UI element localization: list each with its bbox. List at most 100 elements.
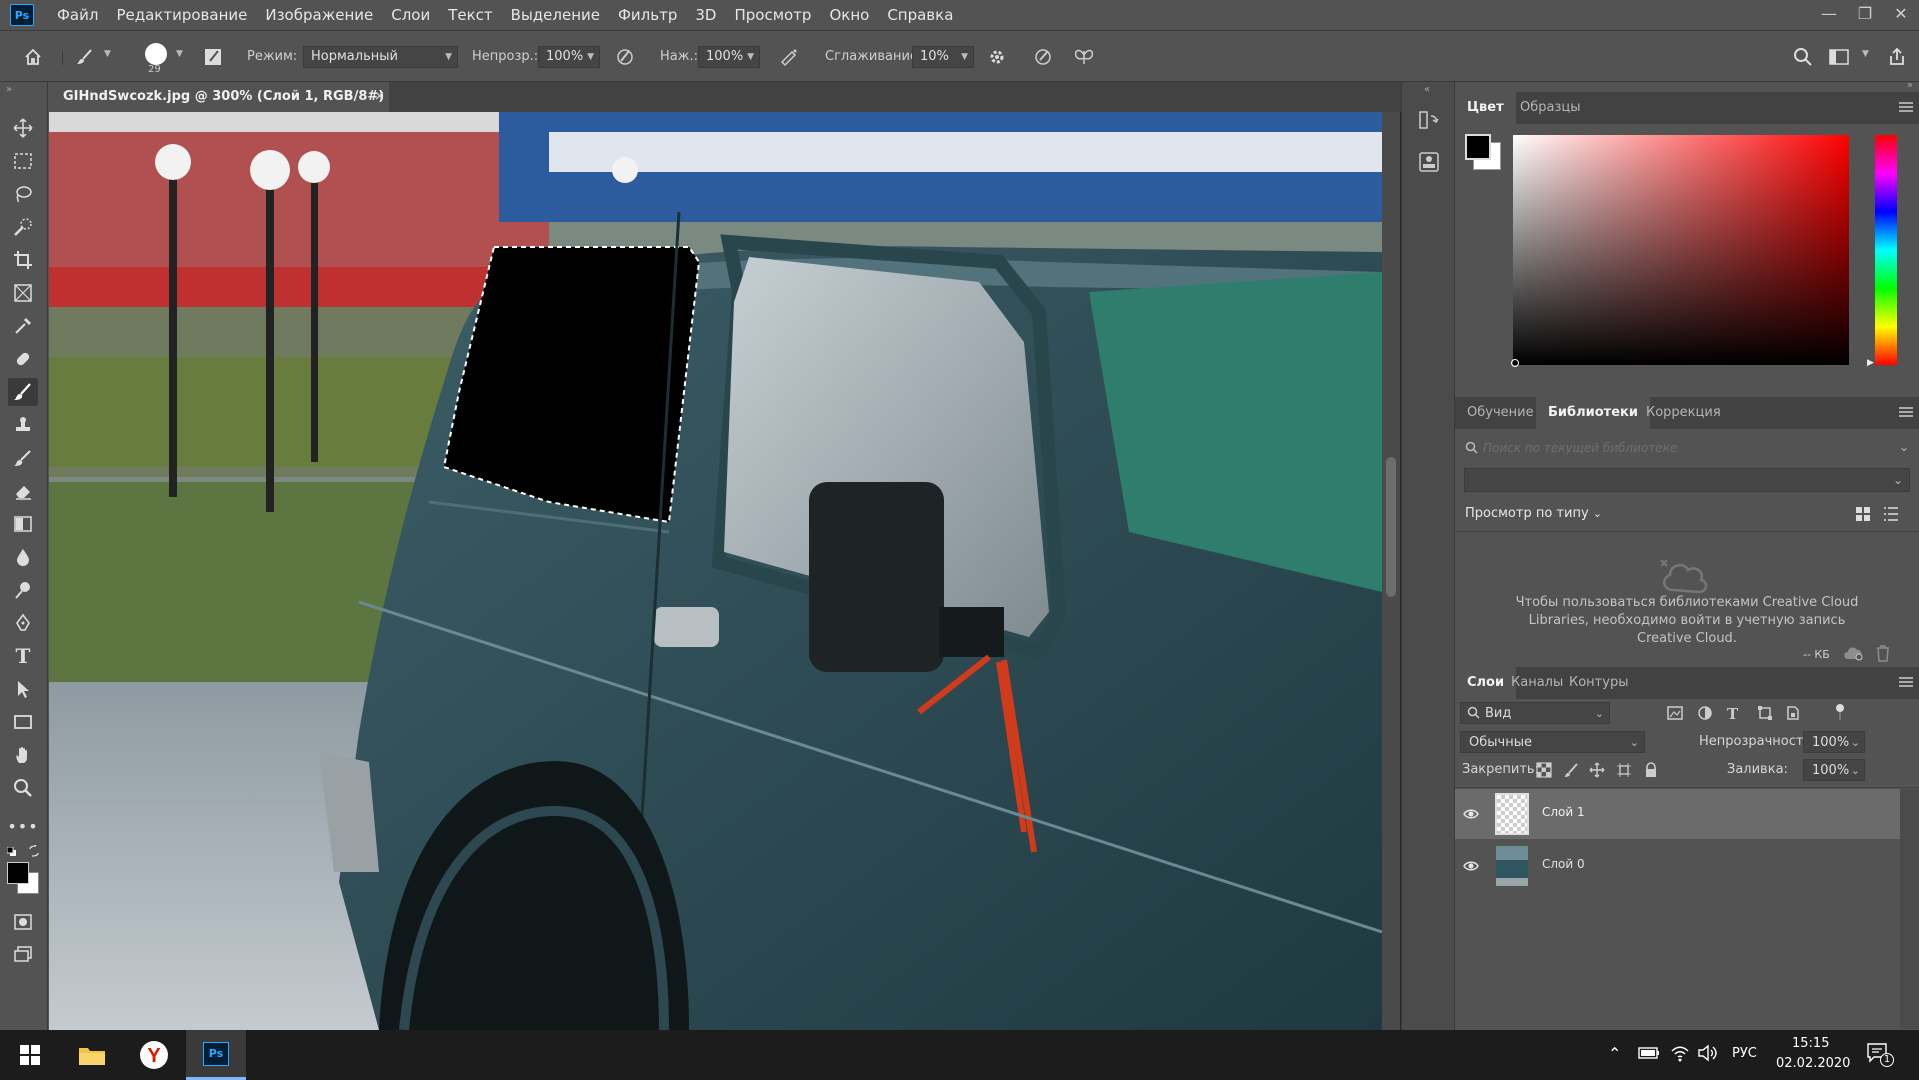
panel-menu-icon[interactable] [1899, 405, 1913, 419]
collapse-dock-icon[interactable]: « [1424, 84, 1430, 95]
lock-pixels-icon[interactable] [1563, 762, 1579, 778]
history-panel-icon[interactable] [1417, 108, 1441, 132]
wifi-icon[interactable] [1670, 1044, 1690, 1062]
chevron-down-icon[interactable]: ▼ [104, 49, 111, 59]
tab-swatches[interactable]: Образцы [1508, 92, 1593, 124]
search-icon[interactable] [1790, 45, 1816, 69]
cloud-sync-icon[interactable] [1842, 644, 1864, 662]
clock-time[interactable]: 15:15 [1792, 1036, 1829, 1051]
opacity-field[interactable]: 100% ▼ [538, 46, 600, 68]
filter-smart-object-icon[interactable] [1785, 705, 1801, 721]
layer-opacity-field[interactable]: 100% ⌄ [1803, 731, 1865, 753]
menu-edit[interactable]: Редактирование [107, 0, 256, 30]
hue-slider[interactable] [1875, 135, 1897, 365]
clone-stamp-tool-icon[interactable] [8, 411, 38, 439]
frame-tool-icon[interactable] [8, 279, 38, 307]
properties-panel-icon[interactable] [1417, 150, 1441, 174]
dodge-tool-icon[interactable] [8, 576, 38, 604]
grid-view-icon[interactable] [1855, 506, 1871, 522]
fill-field[interactable]: 100% ⌄ [1803, 759, 1865, 781]
pressure-size-icon[interactable] [1030, 45, 1056, 69]
layer-name[interactable]: Слой 0 [1542, 857, 1585, 871]
type-tool-icon[interactable]: T [8, 642, 38, 670]
smoothing-field[interactable]: 10% ▼ [912, 46, 974, 68]
pressure-opacity-icon[interactable] [612, 45, 638, 69]
menu-3d[interactable]: 3D [686, 0, 725, 30]
brush-settings-icon[interactable] [200, 45, 226, 69]
chevron-up-icon[interactable]: ⌃ [1608, 1044, 1621, 1063]
menu-file[interactable]: Файл [48, 0, 107, 30]
blur-tool-icon[interactable] [8, 543, 38, 571]
healing-brush-tool-icon[interactable] [8, 345, 38, 373]
quick-mask-icon[interactable] [8, 908, 38, 936]
view-by-type[interactable]: Просмотр по типу ⌄ [1465, 506, 1602, 521]
filter-shape-icon[interactable] [1757, 705, 1773, 721]
windows-start-icon[interactable] [0, 1030, 60, 1080]
layer-filter-select[interactable]: Вид ⌄ [1460, 702, 1610, 724]
foreground-color-swatch[interactable] [7, 862, 29, 884]
move-tool-icon[interactable] [8, 114, 38, 142]
layer-row[interactable]: Слой 0 [1455, 841, 1900, 891]
pen-tool-icon[interactable] [8, 609, 38, 637]
minimize-icon[interactable]: — [1811, 0, 1847, 26]
layer-name[interactable]: Слой 1 [1542, 805, 1585, 819]
tab-learn[interactable]: Обучение [1455, 397, 1546, 429]
lock-artboard-icon[interactable] [1616, 762, 1632, 778]
battery-icon[interactable] [1638, 1046, 1660, 1060]
gradient-tool-icon[interactable] [8, 510, 38, 538]
tab-color[interactable]: Цвет [1455, 92, 1516, 124]
more-tools-icon[interactable]: ••• [7, 812, 38, 840]
eyedropper-tool-icon[interactable] [8, 312, 38, 340]
menu-type[interactable]: Текст [439, 0, 501, 30]
filter-pixel-icon[interactable] [1667, 705, 1683, 721]
rectangle-tool-icon[interactable] [8, 708, 38, 736]
foreground-color-chip[interactable] [1465, 134, 1491, 160]
workspace-icon[interactable] [1826, 45, 1852, 69]
blend-mode-select[interactable]: Нормальный ▼ [303, 46, 458, 68]
color-field[interactable] [1513, 135, 1849, 365]
photoshop-taskbar-icon[interactable]: Ps [186, 1030, 246, 1080]
lock-all-icon[interactable] [1643, 762, 1659, 778]
chevron-down-icon[interactable]: ⌄ [1899, 440, 1909, 454]
menu-layers[interactable]: Слои [382, 0, 439, 30]
lock-position-icon[interactable] [1589, 762, 1605, 778]
trash-icon[interactable] [1875, 644, 1891, 662]
brush-preset-icon[interactable] [72, 45, 98, 69]
flow-field[interactable]: 100% ▼ [698, 46, 760, 68]
layer-row[interactable]: Слой 1 [1455, 789, 1900, 839]
filter-toggle-icon[interactable] [1835, 702, 1845, 722]
path-selection-tool-icon[interactable] [8, 675, 38, 703]
menu-window[interactable]: Окно [820, 0, 878, 30]
default-colors-icon[interactable] [7, 847, 17, 857]
close-document-icon[interactable]: × [374, 82, 385, 112]
canvas-image[interactable] [49, 112, 1382, 1030]
document-tab[interactable]: GIHndSwcozk.jpg @ 300% (Слой 1, RGB/8#) … [49, 82, 389, 134]
lasso-tool-icon[interactable] [8, 180, 38, 208]
share-icon[interactable] [1884, 45, 1910, 69]
chevron-down-icon[interactable]: ▼ [1862, 49, 1869, 59]
keyboard-language[interactable]: РУС [1732, 1046, 1757, 1061]
library-select[interactable]: ⌄ [1464, 468, 1910, 492]
panel-menu-icon[interactable] [1899, 100, 1913, 114]
filter-type-icon[interactable]: T [1727, 705, 1743, 723]
hue-slider-handle[interactable]: ▶ [1867, 358, 1874, 368]
layer-blend-mode-select[interactable]: Обычные ⌄ [1460, 731, 1645, 753]
hand-tool-icon[interactable] [8, 741, 38, 769]
screen-mode-icon[interactable] [8, 940, 38, 968]
notification-icon[interactable]: 1 [1866, 1042, 1894, 1067]
quick-selection-tool-icon[interactable] [8, 213, 38, 241]
menu-image[interactable]: Изображение [256, 0, 382, 30]
brush-tip-icon[interactable] [145, 43, 167, 65]
menu-select[interactable]: Выделение [502, 0, 609, 30]
filter-adjustment-icon[interactable] [1697, 705, 1713, 721]
eye-icon[interactable] [1463, 858, 1479, 874]
file-explorer-icon[interactable] [62, 1030, 122, 1080]
collapse-panels-icon[interactable]: » [1907, 80, 1913, 91]
lock-transparent-icon[interactable] [1536, 762, 1552, 778]
tab-libraries[interactable]: Библиотеки [1536, 397, 1650, 429]
home-icon[interactable] [20, 45, 46, 69]
library-search-input[interactable]: Поиск по текущей библиотеке ⌄ [1463, 438, 1911, 460]
eraser-tool-icon[interactable] [8, 477, 38, 505]
brush-tool-icon[interactable] [8, 378, 38, 406]
airbrush-icon[interactable] [776, 45, 802, 69]
